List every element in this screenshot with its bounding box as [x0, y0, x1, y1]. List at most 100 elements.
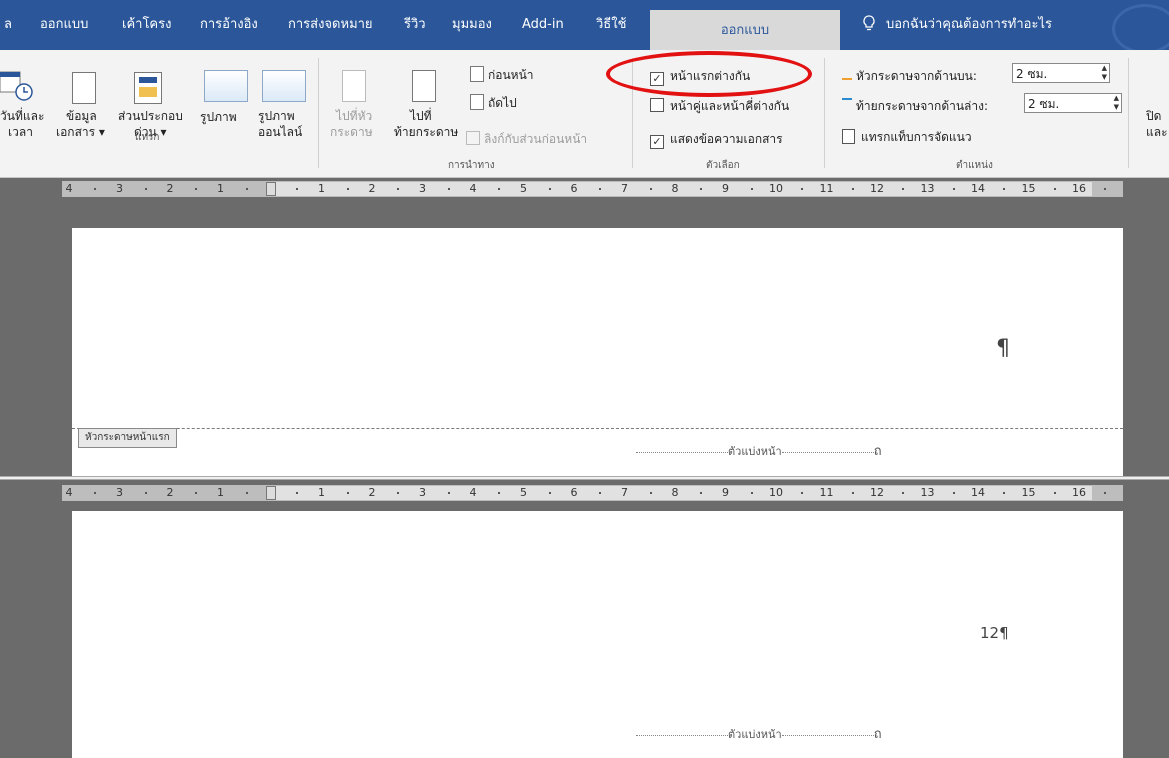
ruler-number: 16 [1072, 182, 1086, 195]
previous-button[interactable]: ก่อนหน้า [470, 66, 534, 85]
ruler-number: 12 [870, 486, 884, 499]
ruler-tick [700, 188, 703, 190]
ruler-tick [902, 188, 905, 190]
page-break-end: ถ [873, 444, 882, 459]
footer-from-bottom-value: 2 ซม. [1028, 97, 1060, 111]
ruler-number: 11 [819, 182, 834, 195]
ruler-number: 6 [570, 486, 578, 499]
goto-header-button: ไปที่หัว กระดาษ [330, 108, 373, 140]
page-break-1: ตัวแบ่งหน้า ถ [636, 440, 882, 461]
close-label-2: และ [1146, 125, 1168, 139]
next-label: ถัดไป [488, 96, 517, 110]
ruler-tick [447, 188, 450, 190]
document-info-icon[interactable] [72, 72, 96, 104]
header-position-icon [842, 68, 852, 80]
tab-design[interactable]: ออกแบบ [40, 0, 88, 50]
ruler-tick [245, 492, 248, 494]
close-header-footer-button[interactable]: ปิด และ [1146, 108, 1168, 140]
insert-alignment-tab-button[interactable]: แทรกแท็บการจัดแนว [842, 128, 972, 147]
insert-group-label: แทรก [135, 132, 160, 143]
lightbulb-icon [863, 15, 875, 31]
tab-mailings[interactable]: การส่งจดหมาย [288, 0, 373, 50]
ruler-tick [245, 188, 248, 190]
account-icon[interactable] [1112, 4, 1169, 54]
link-icon [466, 131, 480, 145]
quick-parts-icon[interactable] [134, 72, 162, 104]
tab-view[interactable]: มุมมอง [452, 0, 492, 50]
ruler-tick [801, 492, 804, 494]
group-separator [1128, 58, 1129, 168]
goto-footer-icon[interactable] [412, 70, 436, 102]
document-info-label-1: ข้อมูล [66, 109, 97, 123]
ruler-number: 2 [166, 486, 174, 499]
date-time-button[interactable]: วันที่และ เวลา [0, 108, 44, 140]
online-pictures-icon[interactable] [262, 70, 306, 102]
ruler-tick [346, 188, 349, 190]
ruler-tick [195, 188, 198, 190]
ruler-number: 13 [920, 486, 935, 499]
goto-footer-button[interactable]: ไปที่ ท้ายกระดาษ [394, 108, 458, 140]
ruler-right-margin [1092, 486, 1122, 500]
document-info-button[interactable]: ข้อมูล เอกสาร ▾ [56, 108, 105, 140]
date-time-label-2: เวลา [8, 125, 33, 139]
page-2[interactable] [72, 511, 1123, 758]
header-from-top-input[interactable]: 2 ซม. ▲ ▼ [1012, 63, 1110, 83]
ruler-right-margin [1092, 182, 1122, 196]
ruler-number: 7 [621, 486, 628, 499]
ruler-number: 9 [722, 486, 729, 499]
tab-review[interactable]: รีวิว [404, 0, 426, 50]
tab-header-footer-design[interactable]: ออกแบบ [650, 10, 840, 50]
horizontal-ruler[interactable]: 4 3 2 1 1 2 3 4 5 6 7 8 9 10 11 12 13 14 15 16 [62, 181, 1123, 197]
ruler-number: 3 [419, 486, 426, 499]
ruler-number: 8 [671, 182, 679, 195]
page-1[interactable] [72, 228, 1123, 476]
spin-arrows-icon[interactable]: ▲ ▼ [1114, 94, 1119, 112]
ruler-tick [94, 492, 97, 494]
ruler-tick [296, 188, 299, 190]
ruler-tick [1003, 492, 1006, 494]
ruler-tick [346, 492, 349, 494]
ruler-tick [700, 492, 703, 494]
tell-me-text: บอกฉันว่าคุณต้องการทำอะไร [886, 17, 1052, 32]
link-to-previous-label: ลิงก์กับส่วนก่อนหน้า [484, 132, 588, 146]
next-icon [470, 94, 484, 110]
ruler-number: 6 [570, 182, 578, 195]
pictures-icon[interactable] [204, 70, 248, 102]
link-to-previous-button: ลิงก์กับส่วนก่อนหน้า [466, 130, 587, 149]
break-dots-left [636, 451, 728, 453]
ruler-tick [952, 188, 955, 190]
next-button[interactable]: ถัดไป [470, 94, 517, 113]
tab-references[interactable]: การอ้างอิง [200, 0, 258, 50]
header-from-top-text: หัวกระดาษจากด้านบน: [856, 69, 977, 83]
tell-me-box[interactable]: บอกฉันว่าคุณต้องการทำอะไร [862, 0, 1052, 50]
online-pictures-button[interactable]: รูปภาพ ออนไลน์ [258, 108, 302, 140]
tab-addins[interactable]: Add-in [522, 0, 564, 50]
page-break-label: ตัวแบ่งหน้า [728, 445, 782, 458]
indent-marker-icon[interactable] [266, 182, 276, 196]
ruler-tick [1053, 188, 1056, 190]
ruler-number: 12 [870, 182, 884, 195]
ruler-number: 16 [1072, 486, 1086, 499]
tab-help[interactable]: วิธีใช้ [596, 0, 626, 50]
goto-header-label-1: ไปที่หัว [336, 109, 373, 123]
pictures-button[interactable]: รูปภาพ [200, 108, 237, 127]
ruler-number: 14 [971, 182, 985, 195]
ruler-number: 14 [971, 486, 985, 499]
ribbon-tab-bar: ล ออกแบบ เค้าโครง การอ้างอิง การส่งจดหมา… [0, 0, 1169, 54]
tab-file-partial[interactable]: ล [4, 0, 12, 50]
ruler-number: 10 [769, 182, 783, 195]
footer-from-bottom-input[interactable]: 2 ซม. ▲ ▼ [1024, 93, 1122, 113]
spin-arrows-icon[interactable]: ▲ ▼ [1102, 64, 1107, 82]
tab-layout[interactable]: เค้าโครง [122, 0, 171, 50]
calendar-clock-icon[interactable] [0, 70, 38, 102]
different-odd-even-checkbox[interactable]: หน้าคู่และหน้าคี่ต่างกัน [650, 97, 789, 116]
horizontal-ruler[interactable]: 4 3 2 1 1 2 3 4 5 6 7 8 9 10 11 12 13 14 15 16 [62, 485, 1123, 501]
goto-footer-label-1: ไปที่ [410, 109, 432, 123]
ruler-number: 4 [65, 182, 73, 195]
footer-from-bottom-label: ท้ายกระดาษจากด้านล่าง: [842, 97, 988, 116]
ruler-number: 5 [520, 486, 527, 499]
page-gap [0, 476, 1169, 480]
show-document-text-checkbox[interactable]: ✓ แสดงข้อความเอกสาร [650, 130, 783, 149]
indent-marker-icon[interactable] [266, 486, 276, 500]
ruler-tick [1104, 492, 1107, 494]
